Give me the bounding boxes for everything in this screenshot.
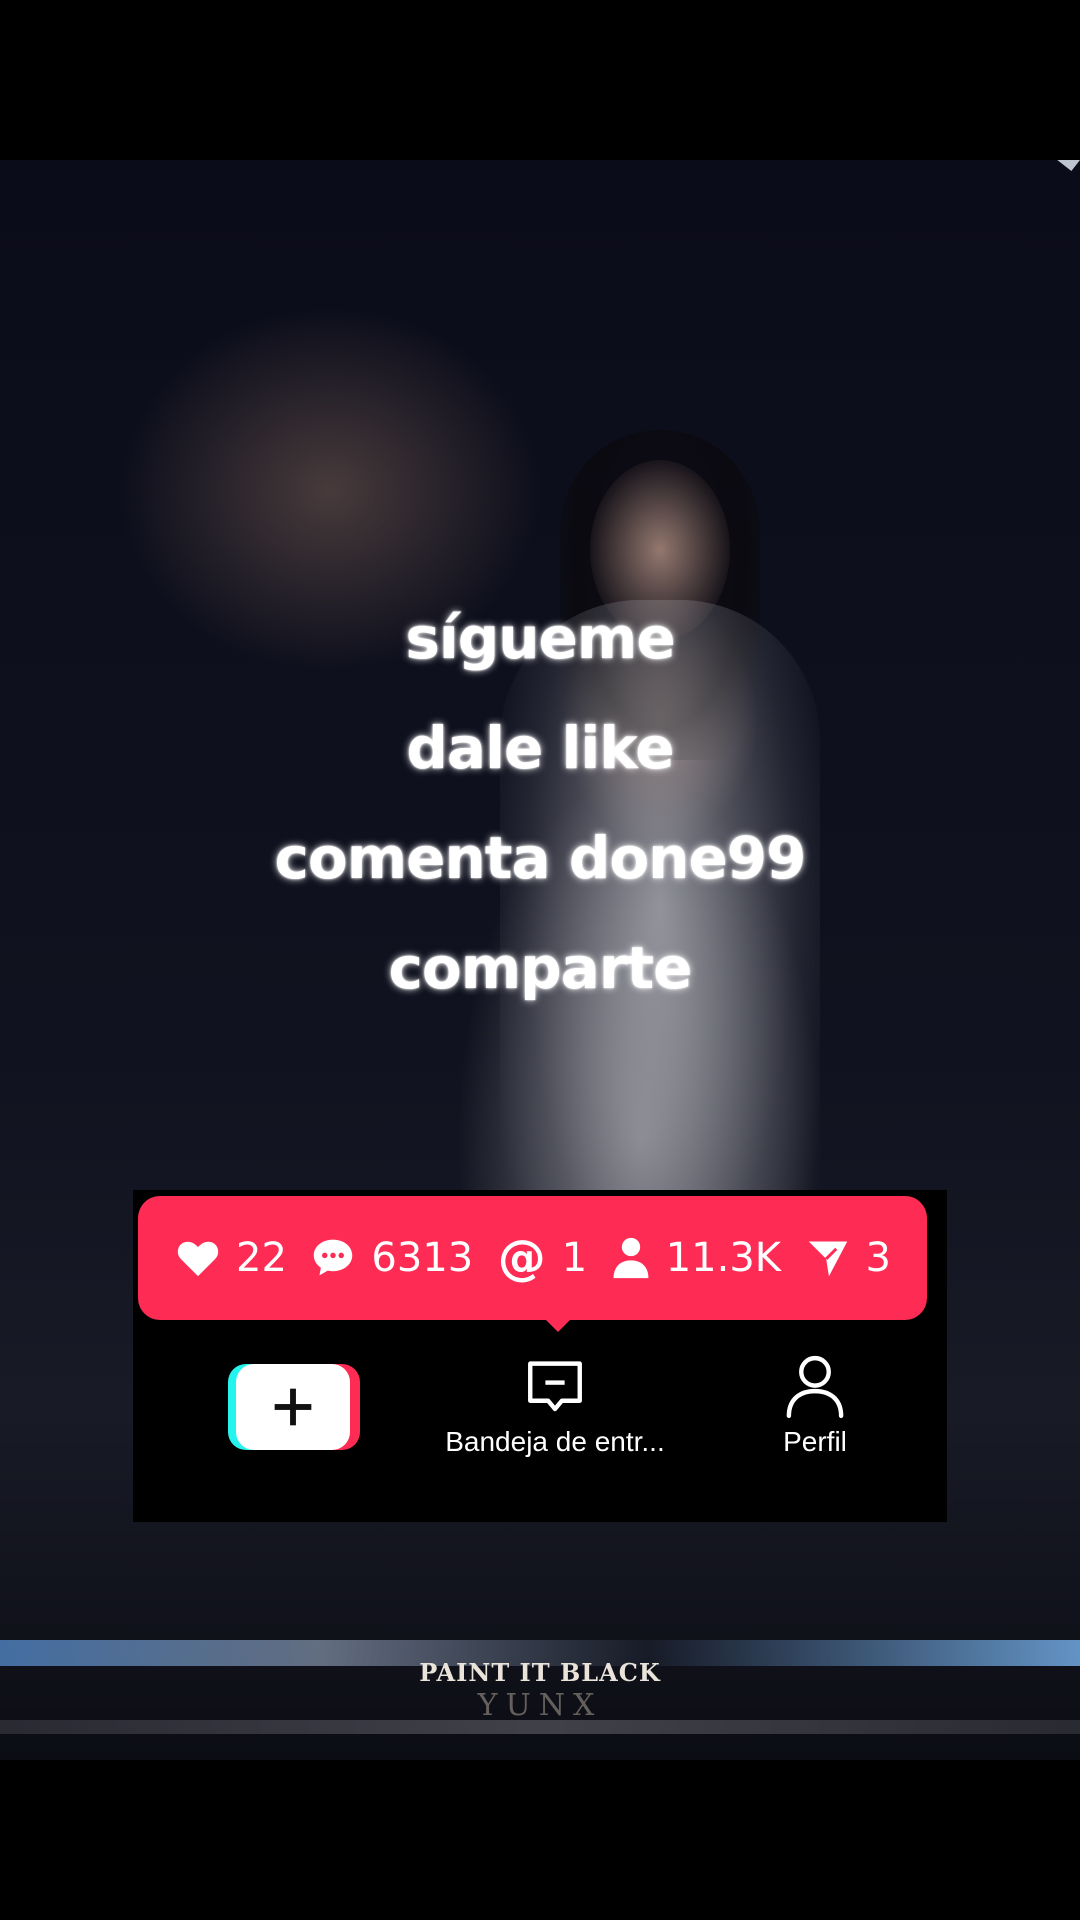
shares-stat[interactable]: 3: [806, 1235, 891, 1281]
caption-like: dale like: [406, 714, 674, 782]
caption-share: comparte: [388, 934, 693, 1002]
create-button[interactable]: [228, 1364, 360, 1450]
mentions-stat[interactable]: @ 1: [498, 1234, 587, 1282]
followers-count: 11.3K: [665, 1235, 781, 1281]
stage-corner-light: [976, 160, 1080, 172]
caption-comment: comenta done99: [274, 824, 806, 892]
caption-follow: sígueme: [405, 604, 675, 672]
inbox-label: Bandeja de entr...: [445, 1426, 665, 1457]
inbox-icon: [420, 1350, 690, 1420]
profile-label: Perfil: [783, 1426, 847, 1457]
comments-stat[interactable]: 6313: [311, 1235, 473, 1281]
stats-bar-pointer: [544, 1318, 572, 1332]
nav-inbox[interactable]: Bandeja de entr...: [420, 1350, 690, 1458]
mentions-count: 1: [561, 1235, 588, 1281]
stats-bar[interactable]: 22 6313 @ 1 11.3K 3: [138, 1196, 927, 1320]
shares-count: 3: [865, 1235, 891, 1281]
comment-bubble-icon: [311, 1236, 355, 1280]
video-watermark-title: PAINT IT BLACK: [419, 1658, 661, 1687]
followers-stat[interactable]: 11.3K: [612, 1235, 781, 1281]
comments-count: 6313: [371, 1235, 474, 1281]
likes-stat[interactable]: 22: [176, 1235, 287, 1281]
video-watermark-sub: YUNX: [477, 1688, 603, 1723]
profile-icon: [740, 1350, 890, 1420]
nav-profile[interactable]: Perfil: [740, 1350, 890, 1458]
plus-icon: [236, 1364, 350, 1450]
person-icon: [612, 1236, 650, 1280]
at-mention-icon: @: [497, 1230, 546, 1286]
send-arrow-icon: [806, 1236, 850, 1280]
heart-icon: [176, 1238, 220, 1278]
likes-count: 22: [236, 1235, 287, 1281]
